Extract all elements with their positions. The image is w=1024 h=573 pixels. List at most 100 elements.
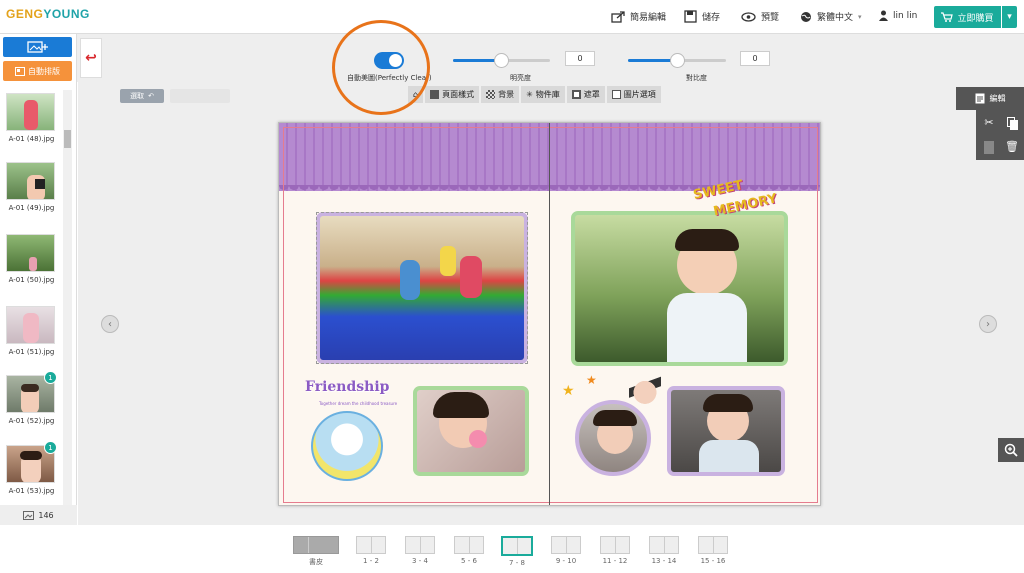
undo-history-button[interactable]: ↩ [80,38,102,78]
sidebar-scroll-thumb[interactable] [64,130,71,148]
auto-layout-icon [15,66,25,76]
tool-label: 遮罩 [583,90,600,99]
zoom-in-button[interactable] [998,438,1024,462]
page-thumb-image [698,536,728,554]
save-button[interactable]: 儲存 [684,10,720,23]
photo-thumbnail[interactable]: 1 A-01 (53).jpg [6,441,57,495]
usage-badge: 1 [44,441,57,454]
photo-frame-girl-fan[interactable] [413,386,529,476]
document-edit-icon [975,93,984,104]
photo-thumbnail[interactable]: A-01 (50).jpg [6,234,57,284]
logo-part-2: YOUNG [43,7,90,21]
tool-label: 背景 [498,90,515,99]
page-thumb[interactable]: 11 - 12 [598,536,632,565]
preview-button[interactable]: 預覽 [741,10,779,23]
tool-background[interactable]: 背景 [481,86,520,103]
page-thumb-image [405,536,435,554]
eye-icon [741,11,756,22]
edit-panel-label: 編輯 [989,94,1006,103]
sparkle-icon: ✳ [526,90,533,99]
logo[interactable]: GENGYOUNG [6,7,90,21]
page-thumb[interactable]: 5 - 6 [452,536,486,565]
cart-icon [941,12,954,22]
photo-caption: A-01 (50).jpg [8,276,55,284]
logo-part-1: GENG [6,7,44,21]
page-spread[interactable]: SWEET MEMORY Friendship Together dream t… [278,122,821,506]
buy-now-button[interactable]: 立即購買 ▾ [934,6,1017,28]
page-thumb[interactable]: 3 - 4 [403,536,437,565]
scissors-icon[interactable]: ✂ [980,116,998,132]
next-page-button[interactable]: › [979,315,997,333]
brightness-value[interactable]: 0 [565,51,595,66]
tool-image-options[interactable]: 圖片選項 [606,86,661,103]
user-menu[interactable]: lin lin [879,10,917,21]
undo-arrow-icon: ↩ [85,50,97,66]
brightness-thumb[interactable] [494,53,509,68]
page-label: 15 - 16 [700,557,726,565]
add-photo-icon [26,41,48,53]
star-sticker: ★ [586,373,597,387]
mask-icon [571,90,581,99]
language-select[interactable]: 繁體中文 ▾ [800,10,862,23]
photo-frame-circle[interactable] [575,400,651,476]
photo-frame-girl-sofa[interactable] [667,386,785,476]
save-label: 儲存 [702,13,721,23]
page-thumb-image [649,536,679,554]
photos-icon [23,510,35,520]
easy-edit-label: 簡易編輯 [630,13,667,23]
photo-image [6,93,55,131]
tool-label: 物件庫 [535,90,560,99]
photo-image [6,162,55,200]
contrast-value[interactable]: 0 [740,51,770,66]
trash-icon[interactable]: 🗑 [1003,140,1021,156]
photo-thumbnail[interactable]: A-01 (48).jpg [6,93,57,143]
chevron-right-icon: › [986,318,990,330]
paste-icon[interactable] [980,140,998,156]
user-icon [879,10,888,21]
tool-mask[interactable]: 遮罩 [566,86,605,103]
buy-dropdown-toggle[interactable]: ▾ [1001,6,1017,28]
tool-label: 圖片選項 [623,90,656,99]
page-thumb[interactable]: 9 - 10 [549,536,583,565]
copy-icon[interactable] [1003,116,1021,132]
page-thumb[interactable]: 13 - 14 [647,536,681,565]
save-icon [684,10,697,23]
photo-thumbnail[interactable]: A-01 (51).jpg [6,306,57,356]
page-label: 書皮 [309,558,323,566]
photo-thumbnail[interactable]: A-01 (49).jpg [6,162,57,212]
globe-icon [801,11,811,22]
layout-icon [430,90,440,99]
chevron-down-icon: ▾ [858,12,862,21]
kids-cartoon-sticker [311,411,383,481]
top-bar [0,0,1024,34]
tool-page-style[interactable]: 頁面樣式 [425,86,480,103]
photo-frame-girl-drinking[interactable] [571,211,788,366]
buy-now-main[interactable]: 立即購買 [934,11,1001,24]
page-label: 7 - 8 [509,559,525,567]
tool-object-library[interactable]: ✳ 物件庫 [521,86,565,103]
share-icon [611,10,625,23]
prev-page-button[interactable]: ‹ [101,315,119,333]
brightness-slider[interactable] [453,53,550,68]
easy-edit-button[interactable]: 簡易編輯 [611,10,666,23]
page-thumb-cover[interactable]: 書皮 [292,536,340,567]
select-undo-button[interactable]: 選取 ↶ [120,89,164,103]
undo-icon: ↶ [148,92,154,100]
auto-layout-button[interactable]: 自動排版 [3,61,72,81]
photo-caption: A-01 (48).jpg [8,135,55,143]
page-thumb-image [293,536,339,554]
edit-panel-header[interactable]: 編輯 [956,87,1024,110]
upload-photos-button[interactable] [3,37,72,57]
page-label: 11 - 12 [602,557,628,565]
page-label: 13 - 14 [651,557,677,565]
highlight-annotation-ring [332,20,430,115]
sidebar-scrollbar[interactable] [63,90,72,505]
friendship-subtitle: Together dream the childhood treasure [319,401,398,406]
page-thumb[interactable]: 15 - 16 [696,536,730,565]
contrast-slider[interactable] [628,53,726,68]
page-thumb-active[interactable]: 7 - 8 [500,536,534,567]
page-thumb[interactable]: 1 - 2 [354,536,388,565]
buy-now-label: 立即購買 [957,13,994,24]
photo-thumbnail[interactable]: 1 A-01 (52).jpg [6,371,57,425]
contrast-thumb[interactable] [670,53,685,68]
